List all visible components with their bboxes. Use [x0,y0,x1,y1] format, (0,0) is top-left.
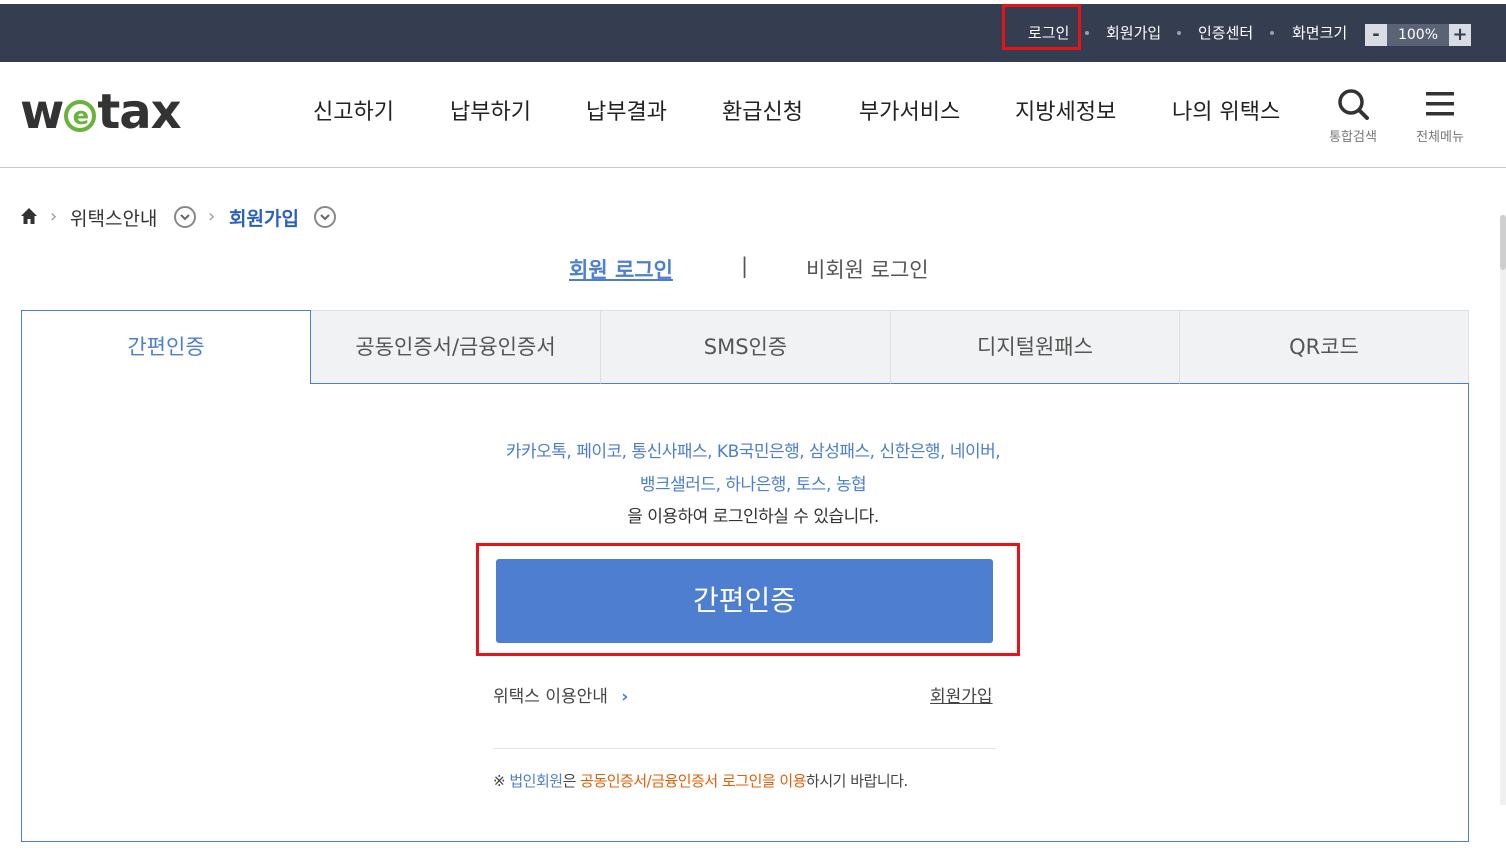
nav-my-wetax[interactable]: 나의 위택스 [1172,94,1280,126]
zoom-out-button[interactable]: - [1365,24,1387,46]
provider-list-line2: 뱅크샐러드, 하나은행, 토스, 농협 [639,475,867,495]
breadcrumb-level1[interactable]: 위택스안내 [70,204,157,231]
nav-payment-result[interactable]: 납부결과 [586,94,667,126]
logo-w: w [20,84,64,140]
notice-text-end: 하시기 바랍니다. [806,772,908,790]
corporate-member-notice: ※ 법인회원은 공동인증서/금융인증서 로그인을 이용하시기 바랍니다. [493,770,908,791]
tab-simple-auth[interactable]: 간편인증 [21,310,311,384]
menu-label: 전체메뉴 [1416,130,1464,145]
tab-qr-code[interactable]: QR코드 [1180,310,1469,384]
login-highlight-box [1002,4,1081,50]
breadcrumb-level2[interactable]: 회원가입 [229,204,299,231]
tab-sms-auth[interactable]: SMS인증 [601,310,891,384]
separator-dot [1085,31,1089,35]
signup-link-bottom[interactable]: 회원가입 [930,682,993,707]
separator-dot [1177,31,1181,35]
auth-method-tabs: 간편인증 공동인증서/금융인증서 SMS인증 디지털원패스 QR코드 [21,310,1469,384]
divider [493,748,996,749]
nav-payment[interactable]: 납부하기 [450,94,531,126]
wetax-logo[interactable]: w e tax [20,84,182,140]
nav-report[interactable]: 신고하기 [313,94,394,126]
chevron-down-icon[interactable] [174,206,196,228]
chevron-right-icon: › [621,687,629,707]
integrated-search-button[interactable]: 통합검색 [1318,86,1388,145]
wetax-guide-link[interactable]: 위택스 이용안내 › [493,682,628,707]
separator-dot [1270,31,1274,35]
search-label: 통합검색 [1329,130,1377,145]
notice-text: 은 [562,772,581,790]
zoom-value: 100% [1397,27,1439,43]
nav-extra-services[interactable]: 부가서비스 [859,94,960,126]
button-highlight-box [476,543,1020,656]
breadcrumb-chevron-icon: › [50,206,58,227]
hamburger-menu-icon [1426,92,1454,116]
home-icon[interactable] [20,207,38,225]
notice-mark-icon: ※ [493,772,506,790]
guide-link-label: 위택스 이용안내 [493,687,608,707]
tab-digital-onepass[interactable]: 디지털원패스 [891,310,1180,384]
scrollbar-thumb[interactable] [1500,215,1506,270]
nav-local-tax-info[interactable]: 지방세정보 [1015,94,1116,126]
login-tab-separator: | [741,254,749,278]
logo-e-mark: e [64,100,97,132]
notice-highlight: 공동인증서/금융인증서 로그인을 이용 [580,772,807,790]
tab-guest-login[interactable]: 비회원 로그인 [806,254,929,284]
cert-center-link[interactable]: 인증센터 [1198,4,1253,62]
top-utility-bar: 로그인 회원가입 인증센터 화면크기 - 100% + [0,4,1506,62]
tab-member-login[interactable]: 회원 로그인 [569,254,673,284]
page-scrollbar[interactable] [1500,215,1506,805]
nav-refund[interactable]: 환급신청 [722,94,803,126]
tab-joint-certificate[interactable]: 공동인증서/금융인증서 [311,310,601,384]
all-menu-button[interactable]: 전체메뉴 [1405,86,1475,145]
breadcrumb-chevron-icon: › [208,206,216,227]
zoom-control: - 100% + [1365,24,1471,46]
login-description: 을 이용하여 로그인하실 수 있습니다. [627,507,879,527]
chevron-down-icon[interactable] [314,206,336,228]
main-header: w e tax 신고하기 납부하기 납부결과 환급신청 부가서비스 지방세정보 나의… [0,62,1506,168]
logo-tax: tax [97,84,181,140]
signup-link[interactable]: 회원가입 [1106,4,1161,62]
zoom-in-button[interactable]: + [1449,24,1471,46]
notice-corporate: 법인회원 [509,772,563,790]
search-icon [1338,89,1369,120]
provider-list-line1: 카카오톡, 페이코, 통신사패스, KB국민은행, 삼성패스, 신한은행, 네이… [505,442,1001,462]
screen-size-label: 화면크기 [1292,24,1348,42]
